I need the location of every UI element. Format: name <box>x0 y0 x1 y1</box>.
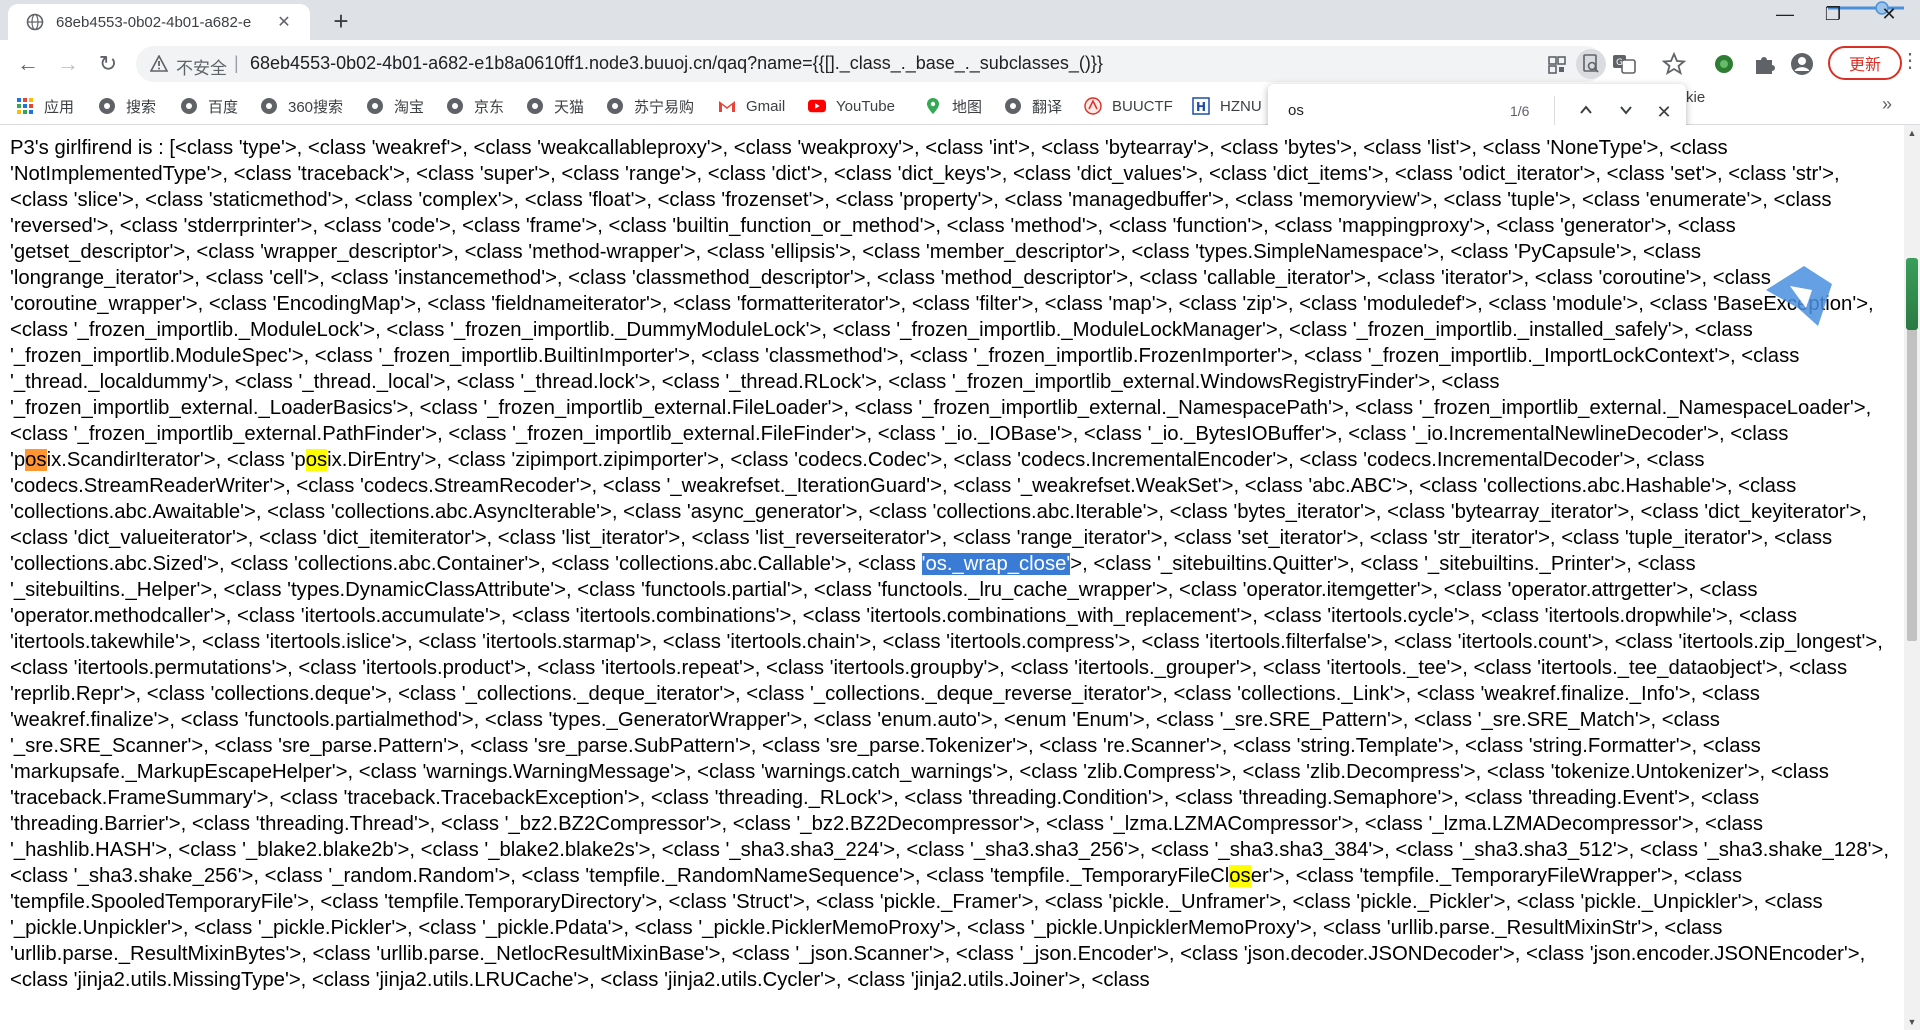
globe-icon <box>446 97 464 115</box>
bookmark-360[interactable]: 360搜索 <box>260 94 343 118</box>
bookmark-label: 翻译 <box>1032 98 1063 116</box>
find-match: os <box>305 449 328 471</box>
bookmark-hznu[interactable]: H HZNU <box>1192 94 1262 118</box>
globe-icon <box>526 97 544 115</box>
forward-button[interactable]: → <box>54 50 82 78</box>
tab-title: 68eb4553-0b02-4b01-a682-e <box>56 13 252 31</box>
chevron-up-icon <box>1580 105 1592 114</box>
back-button[interactable]: ← <box>14 50 42 78</box>
output-text: >, <class '_sitebuiltins.Quitter'>, <cla… <box>10 553 1889 887</box>
find-next-button[interactable] <box>1612 98 1640 126</box>
extension-green-icon[interactable] <box>1710 50 1738 78</box>
warning-icon[interactable] <box>150 55 168 73</box>
bookmark-label: 天猫 <box>554 98 585 116</box>
window-close-button[interactable]: ✕ <box>1874 4 1904 25</box>
new-tab-button[interactable]: + <box>326 6 356 36</box>
find-match-active: os <box>25 449 47 471</box>
bookmark-label: 搜索 <box>126 98 157 116</box>
maps-icon <box>924 97 942 115</box>
minimize-button[interactable]: — <box>1770 4 1800 25</box>
find-close-button[interactable]: ✕ <box>1650 98 1678 126</box>
globe-icon <box>26 13 44 31</box>
scroll-widget-handle[interactable] <box>1906 258 1918 330</box>
qr-code-icon[interactable] <box>1544 52 1570 78</box>
scroll-down-arrow-icon[interactable]: ▼ <box>1904 1014 1920 1030</box>
globe-icon <box>260 97 278 115</box>
bookmark-label: 苏宁易购 <box>634 98 695 116</box>
address-separator: | <box>234 53 239 73</box>
globe-icon <box>1004 97 1022 115</box>
bookmark-label: BUUCTF <box>1112 97 1173 115</box>
find-in-page-icon <box>1583 54 1599 73</box>
tab-close-icon[interactable]: ✕ <box>274 12 294 32</box>
profile-avatar-icon[interactable] <box>1788 50 1816 78</box>
output-text: ix.ScandirIterator'>, <class 'p <box>46 449 306 471</box>
bookmark-label: 京东 <box>474 98 505 116</box>
find-previous-button[interactable] <box>1572 98 1600 126</box>
chevron-down-icon <box>1620 106 1632 115</box>
update-button[interactable]: 更新 <box>1828 46 1902 80</box>
globe-icon <box>366 97 384 115</box>
bookmark-translate[interactable]: 翻译 <box>1004 94 1062 118</box>
bookmarks-overflow-button[interactable]: » <box>1882 94 1892 115</box>
bookmark-label: YouTube <box>836 97 895 115</box>
svg-text:G: G <box>1616 58 1623 68</box>
extensions-puzzle-icon[interactable] <box>1750 50 1778 78</box>
subclasses-output: P3's girlfirend is : [<class 'type'>, <c… <box>10 135 1894 993</box>
active-tab[interactable]: 68eb4553-0b02-4b01-a682-e ✕ <box>8 4 310 40</box>
bookmark-label: 360搜索 <box>288 98 344 116</box>
address-bar[interactable]: 不安全 | 68eb4553-0b02-4b01-a682-e1b8a0610f… <box>136 46 1606 82</box>
scroll-up-arrow-icon[interactable]: ▲ <box>1904 125 1920 141</box>
svg-text:H: H <box>1196 100 1206 114</box>
hznu-icon: H <box>1192 97 1210 115</box>
output-text: P3's girlfirend is : [<class 'type'>, <c… <box>10 137 1874 471</box>
bookmark-gmail[interactable]: Gmail <box>718 94 785 118</box>
restore-button[interactable]: ❐ <box>1818 4 1848 25</box>
buuctf-icon <box>1084 97 1102 115</box>
bookmark-label: 应用 <box>44 98 75 116</box>
bookmark-label: Gmail <box>746 97 786 115</box>
bookmark-youtube[interactable]: YouTube <box>808 94 895 118</box>
bookmark-buuctf[interactable]: BUUCTF <box>1084 94 1173 118</box>
globe-icon <box>98 97 116 115</box>
bookmark-apps[interactable]: 应用 <box>16 94 74 118</box>
find-match-count: 1/6 <box>1510 103 1530 119</box>
bookmark-star-icon[interactable] <box>1660 50 1688 78</box>
globe-icon <box>180 97 198 115</box>
bookmark-label: 淘宝 <box>394 98 425 116</box>
bookmark-label: 地图 <box>952 98 983 116</box>
reload-button[interactable]: ↻ <box>94 50 122 78</box>
bookmark-baidu[interactable]: 百度 <box>180 94 238 118</box>
insecure-label[interactable]: 不安全 <box>176 54 227 79</box>
globe-icon <box>606 97 624 115</box>
bookmark-partial-label[interactable]: kie <box>1686 89 1705 106</box>
bookmark-suning[interactable]: 苏宁易购 <box>606 94 694 118</box>
youtube-icon <box>808 97 826 115</box>
bookmark-taobao[interactable]: 淘宝 <box>366 94 424 118</box>
bookmark-label: HZNU <box>1220 97 1262 115</box>
translate-icon[interactable]: G <box>1610 50 1638 78</box>
tab-strip: 68eb4553-0b02-4b01-a682-e ✕ + — ❐ ✕ <box>0 0 1920 40</box>
selected-text: 'os._wrap_close' <box>921 553 1071 575</box>
bookmark-tmall[interactable]: 天猫 <box>526 94 584 118</box>
bookmark-label: 百度 <box>208 98 239 116</box>
gmail-icon <box>718 97 736 115</box>
page-content: P3's girlfirend is : [<class 'type'>, <c… <box>0 125 1904 1030</box>
menu-icon[interactable]: ⋮ <box>1900 48 1920 73</box>
bookmark-search[interactable]: 搜索 <box>98 94 156 118</box>
apps-icon <box>16 97 34 115</box>
bookmark-jd[interactable]: 京东 <box>446 94 504 118</box>
find-indicator-button[interactable] <box>1576 49 1606 79</box>
find-match: os <box>1229 865 1251 887</box>
bookmark-maps[interactable]: 地图 <box>924 94 982 118</box>
url-text[interactable]: 68eb4553-0b02-4b01-a682-e1b8a0610ff1.nod… <box>250 53 1103 74</box>
find-input[interactable]: os <box>1288 102 1304 119</box>
browser-toolbar: ← → ↻ 不安全 | 68eb4553-0b02-4b01-a682-e1b8… <box>0 40 1920 88</box>
bird-widget-icon[interactable] <box>1760 260 1840 332</box>
